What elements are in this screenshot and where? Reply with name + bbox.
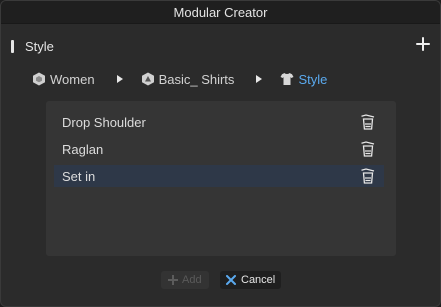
cancel-button-label: Cancel xyxy=(241,274,276,286)
list-item[interactable]: Set in xyxy=(54,165,384,187)
trash-icon[interactable] xyxy=(360,141,376,157)
breadcrumb-label: Style xyxy=(298,71,328,87)
add-button-label: Add xyxy=(182,274,202,286)
breadcrumb-label: Basic_ Shirts xyxy=(158,71,235,87)
breadcrumb-basic-shirts[interactable]: Basic_ Shirts xyxy=(141,71,235,87)
list-item[interactable]: Drop Shoulder xyxy=(54,111,384,133)
fabric-icon xyxy=(141,72,154,86)
plus-icon xyxy=(168,275,178,285)
chevron-right-icon xyxy=(116,75,123,83)
breadcrumb-women[interactable]: Women xyxy=(32,72,95,87)
section-title: Style xyxy=(25,38,54,54)
section-marker xyxy=(11,39,14,53)
cancel-button[interactable]: Cancel xyxy=(220,271,281,289)
list-item-label: Raglan xyxy=(62,141,104,157)
breadcrumb-label: Women xyxy=(50,71,95,87)
trash-icon[interactable] xyxy=(360,114,376,130)
chevron-right-icon xyxy=(256,75,263,83)
breadcrumb: Women Basic_ Shirts Style xyxy=(32,69,327,89)
list-item-label: Drop Shoulder xyxy=(62,114,146,130)
close-icon xyxy=(226,275,236,285)
section-header: Style xyxy=(11,37,430,55)
list-item[interactable]: Raglan xyxy=(54,138,384,160)
title-bar[interactable]: Modular Creator xyxy=(1,1,440,24)
window-title: Modular Creator xyxy=(173,4,268,20)
trash-icon[interactable] xyxy=(360,168,376,184)
breadcrumb-style[interactable]: Style xyxy=(280,72,327,87)
modular-creator-dialog: Modular Creator Style Women Basic_ Shirt… xyxy=(0,0,441,307)
list-item-label: Set in xyxy=(62,168,96,184)
add-button[interactable]: Add xyxy=(161,271,209,289)
style-list: Drop Shoulder Raglan Set in xyxy=(46,101,396,256)
hexagon-icon xyxy=(33,72,45,86)
shirt-icon xyxy=(280,73,294,85)
plus-icon[interactable] xyxy=(416,37,430,51)
